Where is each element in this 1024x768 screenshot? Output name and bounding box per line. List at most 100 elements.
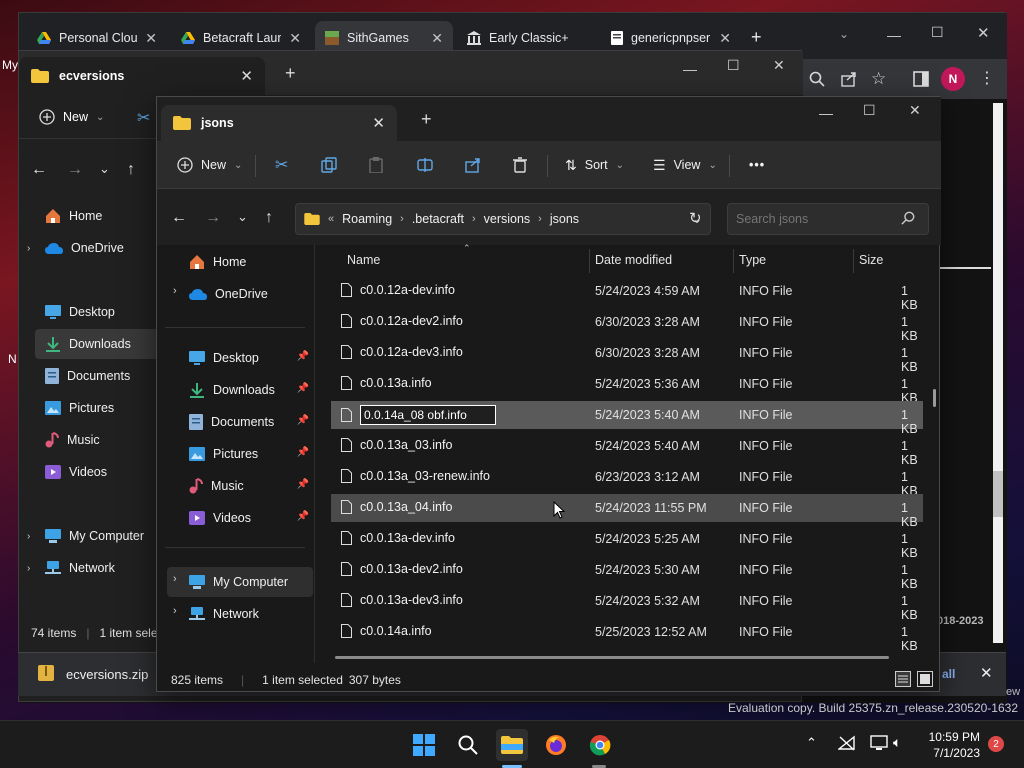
table-row[interactable]: c0.0.13a-dev2.info 5/24/2023 5:30 AM INFO …	[331, 556, 923, 591]
chrome-tab-early-classic[interactable]: Early Classic+	[457, 24, 597, 52]
breadcrumb-betacraft[interactable]: .betacraft	[412, 212, 464, 226]
pin-icon[interactable]: 📌	[297, 511, 309, 522]
pin-icon[interactable]: 📌	[297, 415, 309, 426]
firefox-icon[interactable]	[540, 729, 572, 761]
sidebar-item-my-computer[interactable]: › My Computer	[167, 567, 313, 597]
share-icon[interactable]	[465, 141, 481, 189]
pin-icon[interactable]: 📌	[297, 479, 309, 490]
table-row[interactable]: c0.0.13a_03.info 5/24/2023 5:40 AM INFO Fi…	[331, 432, 923, 467]
tab-ecversions[interactable]: ecversions ✕	[19, 57, 265, 95]
expand-chevron-icon[interactable]: ›	[173, 573, 177, 585]
close-icon[interactable]: ✕	[977, 24, 990, 42]
expand-chevron-icon[interactable]: ›	[173, 285, 177, 297]
show-all-link[interactable]: all	[942, 667, 955, 681]
horizontal-scrollbar[interactable]	[335, 656, 889, 659]
expand-chevron-icon[interactable]: ›	[27, 531, 30, 542]
zoom-search-icon[interactable]	[809, 71, 825, 87]
sidebar-item-downloads[interactable]: Downloads 📌	[167, 375, 313, 405]
table-row[interactable]: c0.0.12a-dev.info 5/24/2023 4:59 AM INFO F…	[331, 277, 923, 312]
rename-input[interactable]	[360, 405, 496, 425]
tab-jsons[interactable]: jsons ✕	[161, 105, 397, 141]
close-icon[interactable]: ✕	[909, 102, 921, 119]
cut-icon[interactable]: ✂	[275, 141, 288, 189]
minimize-icon[interactable]: —	[683, 61, 697, 77]
sidebar-item-network[interactable]: › Network	[167, 599, 313, 629]
refresh-icon[interactable]: ↻	[689, 209, 702, 227]
chrome-tab-genericpnpser[interactable]: genericpnpser ✕	[601, 24, 741, 52]
table-row-hovered[interactable]: c0.0.13a_04.info 5/24/2023 11:55 PM INFO F…	[331, 494, 923, 529]
close-icon[interactable]: ✕	[773, 57, 785, 74]
rename-icon[interactable]	[417, 141, 433, 189]
search-input[interactable]	[727, 203, 929, 235]
network-disconnected-icon[interactable]	[838, 735, 856, 751]
pin-icon[interactable]: 📌	[297, 383, 309, 394]
sidebar-item-desktop[interactable]: Desktop	[35, 297, 175, 327]
view-button[interactable]: ☰ View ⌄	[653, 141, 717, 189]
new-tab-button[interactable]: +	[421, 109, 432, 130]
page-scrollbar-thumb[interactable]	[993, 471, 1003, 517]
column-name[interactable]: Name	[347, 253, 380, 267]
delete-icon[interactable]	[513, 141, 527, 189]
sidebar-item-onedrive[interactable]: › OneDrive	[27, 233, 175, 263]
new-button[interactable]: New ⌄	[39, 109, 104, 125]
column-size[interactable]: Size	[859, 253, 883, 267]
close-icon[interactable]: ✕	[980, 664, 993, 682]
download-file-name[interactable]: ecversions.zip	[66, 667, 148, 682]
search-icon[interactable]	[901, 211, 915, 225]
maximize-icon[interactable]: ☐	[863, 102, 876, 119]
pin-icon[interactable]: 📌	[297, 447, 309, 458]
new-button[interactable]: New ⌄	[177, 141, 242, 189]
column-divider[interactable]	[733, 249, 734, 273]
column-divider[interactable]	[589, 249, 590, 273]
back-arrow-icon[interactable]: ←	[31, 161, 47, 179]
sidebar-item-my-computer[interactable]: › My Computer	[27, 521, 175, 551]
search-icon[interactable]	[452, 729, 484, 761]
page-scrollbar[interactable]	[993, 103, 1003, 643]
volume-icon[interactable]: 🔈︎	[893, 734, 901, 751]
vertical-scrollbar-thumb[interactable]	[933, 389, 936, 407]
table-row[interactable]: c0.0.13a.info 5/24/2023 5:36 AM INFO File 1…	[331, 370, 923, 405]
tab-search-chevron-icon[interactable]: ⌄	[839, 27, 849, 41]
paste-icon[interactable]	[369, 141, 383, 189]
sidebar-item-home[interactable]: Home	[35, 201, 175, 231]
expand-chevron-icon[interactable]: ›	[27, 243, 30, 254]
cut-icon[interactable]: ✂	[137, 108, 150, 128]
table-row-selected-renaming[interactable]: 5/24/2023 5:40 AMINFO File1 KB	[331, 401, 923, 436]
close-icon[interactable]: ✕	[289, 30, 301, 47]
table-row[interactable]: c0.0.13a_03-renew.info 6/23/2023 3:12 AM I…	[331, 463, 923, 498]
forward-arrow-icon[interactable]: →	[67, 161, 83, 179]
breadcrumb-overflow[interactable]: «	[328, 213, 334, 225]
new-tab-button[interactable]: +	[285, 63, 296, 84]
sidebar-item-home[interactable]: Home	[167, 247, 313, 277]
maximize-icon[interactable]: ☐	[931, 24, 944, 41]
display-icon[interactable]	[870, 735, 888, 751]
column-date-modified[interactable]: Date modified	[595, 253, 672, 267]
up-arrow-icon[interactable]: ↑	[127, 161, 135, 179]
sidebar-item-desktop[interactable]: Desktop 📌	[167, 343, 313, 373]
close-icon[interactable]: ✕	[372, 114, 385, 132]
column-type[interactable]: Type	[739, 253, 766, 267]
recent-chevron-icon[interactable]: ⌄	[237, 209, 248, 225]
sidebar-item-documents[interactable]: Documents	[35, 361, 175, 391]
notification-badge[interactable]: 2	[988, 736, 1004, 752]
copy-icon[interactable]	[321, 141, 337, 189]
sort-button[interactable]: ⇅ Sort ⌄	[565, 141, 624, 189]
side-panel-icon[interactable]	[913, 71, 929, 87]
sidebar-item-downloads[interactable]: Downloads	[35, 329, 175, 359]
back-arrow-icon[interactable]: ←	[171, 209, 187, 227]
pin-icon[interactable]: 📌	[297, 351, 309, 362]
sidebar-item-network[interactable]: › Network	[27, 553, 175, 583]
close-icon[interactable]: ✕	[431, 30, 443, 47]
up-arrow-icon[interactable]: ↑	[265, 209, 273, 227]
details-view-icon[interactable]	[895, 671, 911, 687]
clock[interactable]: 10:59 PM 7/1/2023	[929, 729, 980, 761]
chrome-tab-betacraft[interactable]: Betacraft Laun ✕	[171, 24, 311, 52]
close-icon[interactable]: ✕	[719, 30, 731, 47]
forward-arrow-icon[interactable]: →	[205, 209, 221, 227]
sidebar-item-documents[interactable]: Documents 📌	[167, 407, 313, 437]
chrome-tab-personal-cloud[interactable]: Personal Cloud ✕	[27, 24, 167, 52]
sidebar-item-videos[interactable]: Videos	[35, 457, 175, 487]
chrome-icon[interactable]	[584, 729, 616, 761]
bookmark-star-icon[interactable]: ☆	[871, 69, 886, 89]
table-row[interactable]: c0.0.14a.info 5/25/2023 12:52 AM INFO File…	[331, 618, 923, 653]
